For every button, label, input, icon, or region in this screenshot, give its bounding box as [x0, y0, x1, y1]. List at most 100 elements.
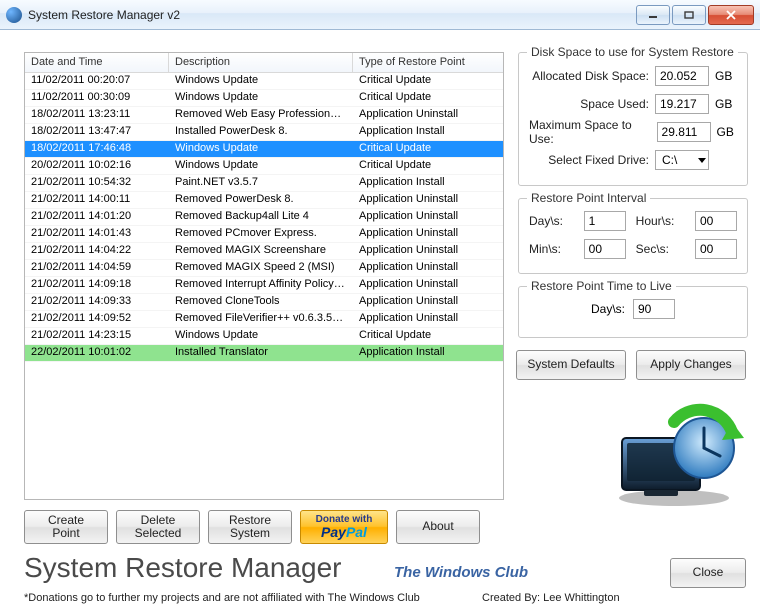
cell-type: Application Uninstall [353, 107, 503, 123]
restore-clock-icon [614, 398, 744, 508]
table-row[interactable]: 21/02/2011 14:04:22Removed MAGIX Screens… [25, 243, 503, 260]
cell-type: Application Uninstall [353, 260, 503, 276]
create-point-button[interactable]: Create Point [24, 510, 108, 544]
cell-type: Application Install [353, 345, 503, 361]
table-row[interactable]: 21/02/2011 10:54:32Paint.NET v3.5.7Appli… [25, 175, 503, 192]
minimize-button[interactable] [636, 5, 670, 25]
mins-field[interactable] [584, 239, 626, 259]
cell-type: Application Uninstall [353, 243, 503, 259]
cell-type: Critical Update [353, 90, 503, 106]
cell-type: Critical Update [353, 73, 503, 89]
maximize-button[interactable] [672, 5, 706, 25]
cell-date: 11/02/2011 00:20:07 [25, 73, 169, 89]
cell-date: 18/02/2011 13:47:47 [25, 124, 169, 140]
cell-type: Critical Update [353, 328, 503, 344]
system-defaults-button[interactable]: System Defaults [516, 350, 626, 380]
cell-date: 21/02/2011 14:04:59 [25, 260, 169, 276]
window-controls [636, 5, 754, 25]
max-field[interactable] [657, 122, 711, 142]
delete-selected-button[interactable]: Delete Selected [116, 510, 200, 544]
drive-label: Select Fixed Drive: [548, 153, 649, 167]
bottom-toolbar: Create Point Delete Selected Restore Sys… [24, 510, 480, 544]
table-row[interactable]: 21/02/2011 14:23:15Windows UpdateCritica… [25, 328, 503, 345]
cell-desc: Removed Backup4all Lite 4 [169, 209, 353, 225]
cell-desc: Windows Update [169, 328, 353, 344]
cell-date: 21/02/2011 14:01:43 [25, 226, 169, 242]
cell-type: Application Install [353, 175, 503, 191]
cell-date: 21/02/2011 14:09:52 [25, 311, 169, 327]
table-row[interactable]: 21/02/2011 14:00:11Removed PowerDesk 8.A… [25, 192, 503, 209]
credit-text: Created By: Lee Whittington [482, 592, 620, 604]
table-row[interactable]: 21/02/2011 14:09:18Removed Interrupt Aff… [25, 277, 503, 294]
table-row[interactable]: 21/02/2011 14:01:43Removed PCmover Expre… [25, 226, 503, 243]
allocated-unit: GB [715, 69, 737, 83]
cell-date: 21/02/2011 14:04:22 [25, 243, 169, 259]
col-type[interactable]: Type of Restore Point [353, 53, 503, 72]
cell-type: Application Uninstall [353, 277, 503, 293]
cell-type: Critical Update [353, 141, 503, 157]
cell-desc: Removed Interrupt Affinity Policy T... [169, 277, 353, 293]
used-field[interactable] [655, 94, 709, 114]
used-label: Space Used: [580, 97, 649, 111]
cell-desc: Paint.NET v3.5.7 [169, 175, 353, 191]
table-row[interactable]: 18/02/2011 13:47:47Installed PowerDesk 8… [25, 124, 503, 141]
table-row[interactable]: 22/02/2011 10:01:02Installed TranslatorA… [25, 345, 503, 362]
allocated-label: Allocated Disk Space: [532, 69, 649, 83]
close-button[interactable]: Close [670, 558, 746, 588]
cell-desc: Installed PowerDesk 8. [169, 124, 353, 140]
ttl-days-field[interactable] [633, 299, 675, 319]
close-icon [725, 10, 737, 20]
donate-button[interactable]: Donate with PayPal [300, 510, 388, 544]
cell-desc: Windows Update [169, 158, 353, 174]
app-subtitle: The Windows Club [394, 564, 528, 581]
cell-desc: Removed PowerDesk 8. [169, 192, 353, 208]
table-row[interactable]: 21/02/2011 14:09:33Removed CloneToolsApp… [25, 294, 503, 311]
cell-desc: Windows Update [169, 141, 353, 157]
table-row[interactable]: 18/02/2011 17:46:48Windows UpdateCritica… [25, 141, 503, 158]
cell-desc: Installed Translator [169, 345, 353, 361]
max-unit: GB [717, 125, 737, 139]
ttl-days-label: Day\s: [591, 302, 625, 316]
table-row[interactable]: 20/02/2011 10:02:16Windows UpdateCritica… [25, 158, 503, 175]
cell-date: 18/02/2011 17:46:48 [25, 141, 169, 157]
window-title: System Restore Manager v2 [28, 8, 180, 22]
cell-type: Application Uninstall [353, 294, 503, 310]
drive-select[interactable]: C:\ [655, 150, 709, 170]
mins-label: Min\s: [529, 242, 574, 256]
table-row[interactable]: 21/02/2011 14:01:20Removed Backup4all Li… [25, 209, 503, 226]
table-row[interactable]: 11/02/2011 00:20:07Windows UpdateCritica… [25, 73, 503, 90]
ttl-group: Restore Point Time to Live Day\s: [518, 286, 748, 338]
list-header: Date and Time Description Type of Restor… [25, 53, 503, 73]
disk-space-legend: Disk Space to use for System Restore [527, 45, 738, 59]
cell-desc: Removed Web Easy Professional ... [169, 107, 353, 123]
disk-space-group: Disk Space to use for System Restore All… [518, 52, 748, 186]
secs-label: Sec\s: [636, 242, 685, 256]
titlebar: System Restore Manager v2 [0, 0, 760, 30]
about-button[interactable]: About [396, 510, 480, 544]
table-row[interactable]: 11/02/2011 00:30:09Windows UpdateCritica… [25, 90, 503, 107]
col-description[interactable]: Description [169, 53, 353, 72]
cell-date: 11/02/2011 00:30:09 [25, 90, 169, 106]
restore-point-list[interactable]: Date and Time Description Type of Restor… [24, 52, 504, 500]
cell-desc: Windows Update [169, 73, 353, 89]
minimize-icon [648, 11, 658, 19]
cell-desc: Removed PCmover Express. [169, 226, 353, 242]
apply-changes-button[interactable]: Apply Changes [636, 350, 746, 380]
cell-desc: Removed FileVerifier++ v0.6.3.5830 [169, 311, 353, 327]
cell-date: 21/02/2011 14:09:18 [25, 277, 169, 293]
cell-date: 20/02/2011 10:02:16 [25, 158, 169, 174]
col-date[interactable]: Date and Time [25, 53, 169, 72]
table-row[interactable]: 18/02/2011 13:23:11Removed Web Easy Prof… [25, 107, 503, 124]
allocated-field[interactable] [655, 66, 709, 86]
restore-system-button[interactable]: Restore System [208, 510, 292, 544]
secs-field[interactable] [695, 239, 737, 259]
close-window-button[interactable] [708, 5, 754, 25]
cell-desc: Windows Update [169, 90, 353, 106]
app-icon [6, 7, 22, 23]
max-label: Maximum Space to Use: [529, 118, 651, 146]
cell-type: Application Uninstall [353, 311, 503, 327]
hours-field[interactable] [695, 211, 737, 231]
table-row[interactable]: 21/02/2011 14:04:59Removed MAGIX Speed 2… [25, 260, 503, 277]
days-field[interactable] [584, 211, 626, 231]
table-row[interactable]: 21/02/2011 14:09:52Removed FileVerifier+… [25, 311, 503, 328]
